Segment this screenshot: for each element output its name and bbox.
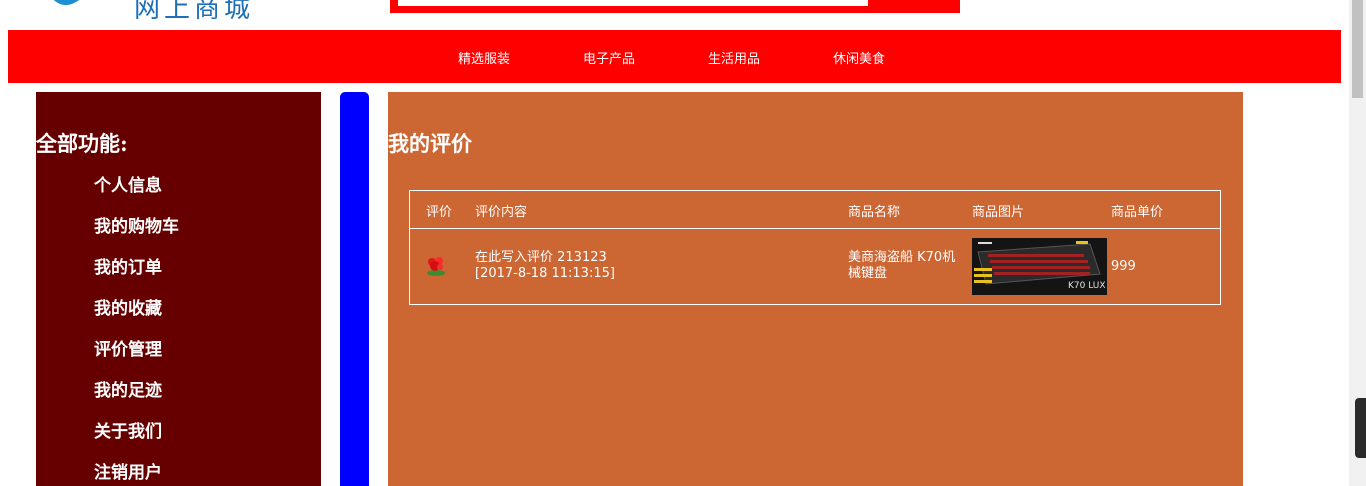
main-content: 我的评价 评价 评价内容 商品名称 商品图片 商品单价 在此写入评价 21312… xyxy=(388,92,1243,486)
keyboard-image: K70 LUX xyxy=(972,238,1107,295)
product-image[interactable]: K70 LUX xyxy=(972,238,1107,295)
review-table: 评价 评价内容 商品名称 商品图片 商品单价 在此写入评价 213123 [20… xyxy=(409,190,1221,305)
search-input[interactable] xyxy=(398,0,868,6)
product-name-line-2[interactable]: 械键盘 xyxy=(848,266,887,282)
site-title[interactable]: 网上商城 xyxy=(134,0,254,25)
nav-item-electronics[interactable]: 电子产品 xyxy=(583,48,635,67)
review-text: 在此写入评价 213123 xyxy=(475,250,607,265)
column-header-rating: 评价 xyxy=(426,205,453,220)
column-header-unit-price: 商品单价 xyxy=(1111,205,1164,220)
sidebar-item-reviews[interactable]: 评价管理 xyxy=(94,335,162,360)
review-time: [2017-8-18 11:13:15] xyxy=(475,266,615,281)
sidebar-title: 全部功能: xyxy=(36,131,128,156)
sidebar-item-profile[interactable]: 个人信息 xyxy=(94,171,162,196)
nav-item-snacks[interactable]: 休闲美食 xyxy=(833,48,885,67)
column-header-product-image: 商品图片 xyxy=(972,205,1025,220)
logo-icon xyxy=(53,0,80,5)
scrollbar-thumb[interactable] xyxy=(1352,0,1363,98)
nav-item-clothing[interactable]: 精选服装 xyxy=(458,48,510,67)
top-nav: 精选服装 电子产品 生活用品 休闲美食 xyxy=(8,30,1341,83)
nav-item-daily-goods[interactable]: 生活用品 xyxy=(708,48,760,67)
sidebar-item-history[interactable]: 我的足迹 xyxy=(94,376,162,401)
side-widget-tab[interactable] xyxy=(1355,398,1366,458)
keyboard-model-label: K70 LUX xyxy=(1068,281,1106,291)
sidebar: 全部功能: 个人信息 我的购物车 我的订单 我的收藏 评价管理 我的足迹 关于我… xyxy=(36,92,321,486)
column-header-content: 评价内容 xyxy=(475,205,528,220)
row-divider xyxy=(410,228,1220,229)
column-header-product-name: 商品名称 xyxy=(848,205,901,220)
search-button[interactable] xyxy=(870,0,960,13)
sidebar-item-cart[interactable]: 我的购物车 xyxy=(94,212,179,237)
sidebar-item-about[interactable]: 关于我们 xyxy=(94,417,162,442)
sidebar-item-favorites[interactable]: 我的收藏 xyxy=(94,294,162,319)
divider-bar xyxy=(340,92,369,486)
flower-icon xyxy=(427,257,445,276)
page-title: 我的评价 xyxy=(388,131,472,156)
sidebar-item-orders[interactable]: 我的订单 xyxy=(94,253,162,278)
product-name-line-1[interactable]: 美商海盗船 K70机 xyxy=(848,250,955,266)
unit-price: 999 xyxy=(1111,259,1136,274)
sidebar-item-logout[interactable]: 注销用户 xyxy=(94,458,162,483)
